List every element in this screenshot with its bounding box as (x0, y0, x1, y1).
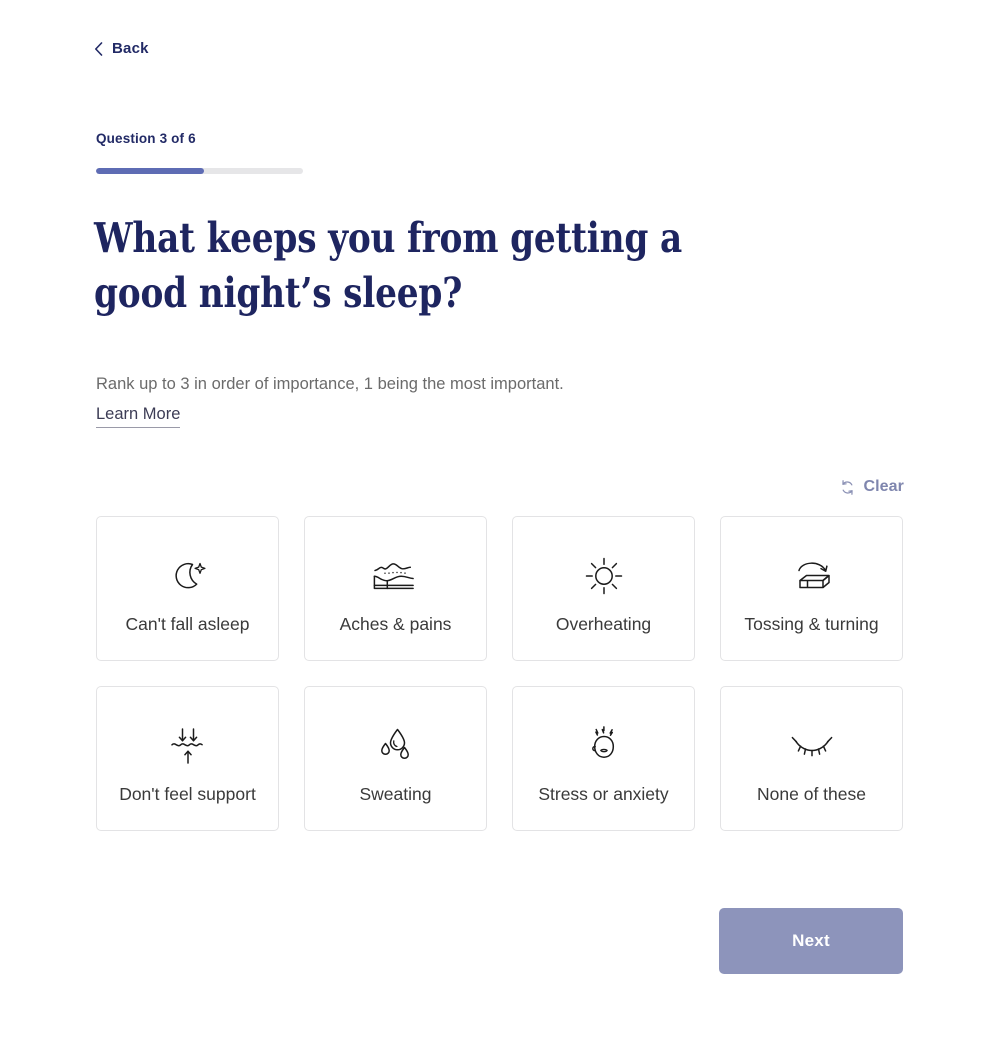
option-card-aches-and-pains[interactable]: Aches & pains (304, 516, 487, 661)
questionnaire-page: Back Question 3 of 6 What keeps you from… (0, 0, 1000, 1039)
water-drops-icon (373, 715, 419, 777)
option-label: Sweating (359, 784, 432, 804)
option-label: Tossing & turning (744, 614, 879, 634)
page-title: What keeps you from getting a good night… (94, 214, 683, 317)
mattress-arrow-icon (782, 545, 842, 607)
learn-more-link[interactable]: Learn More (96, 405, 181, 428)
option-label: None of these (757, 784, 866, 804)
clear-button[interactable]: Clear (839, 478, 904, 496)
stressed-head-icon (581, 715, 627, 777)
option-card-stress-or-anxiety[interactable]: Stress or anxiety (512, 686, 695, 831)
option-label: Overheating (555, 614, 652, 634)
option-label: Stress or anxiety (538, 784, 669, 804)
next-button[interactable]: Next (719, 908, 903, 974)
option-label: Don't feel support (119, 784, 256, 804)
arrows-wave-icon (165, 715, 211, 777)
instructions-text: Rank up to 3 in order of importance, 1 b… (96, 375, 564, 393)
refresh-icon (842, 479, 854, 495)
option-card-cant-fall-asleep[interactable]: Can't fall asleep (96, 516, 279, 661)
option-card-sweating[interactable]: Sweating (304, 686, 487, 831)
option-label: Can't fall asleep (125, 614, 250, 634)
sun-icon (582, 545, 626, 607)
options-grid: Can't fall asleep Aches & pains Overheat… (96, 516, 904, 831)
option-card-none-of-these[interactable]: None of these (720, 686, 903, 831)
option-card-tossing-and-turning[interactable]: Tossing & turning (720, 516, 903, 661)
option-card-dont-feel-support[interactable]: Don't feel support (96, 686, 279, 831)
chevron-left-icon (95, 41, 103, 56)
moon-star-icon (167, 545, 209, 607)
back-button[interactable]: Back (94, 40, 149, 57)
back-label: Back (112, 40, 149, 57)
progress-bar (96, 168, 303, 174)
clear-label: Clear (863, 478, 904, 495)
option-label: Aches & pains (339, 614, 452, 634)
person-on-bed-icon (367, 545, 425, 607)
question-counter: Question 3 of 6 (96, 131, 196, 146)
option-card-overheating[interactable]: Overheating (512, 516, 695, 661)
closed-eye-icon (786, 715, 838, 777)
progress-bar-fill (96, 168, 204, 174)
